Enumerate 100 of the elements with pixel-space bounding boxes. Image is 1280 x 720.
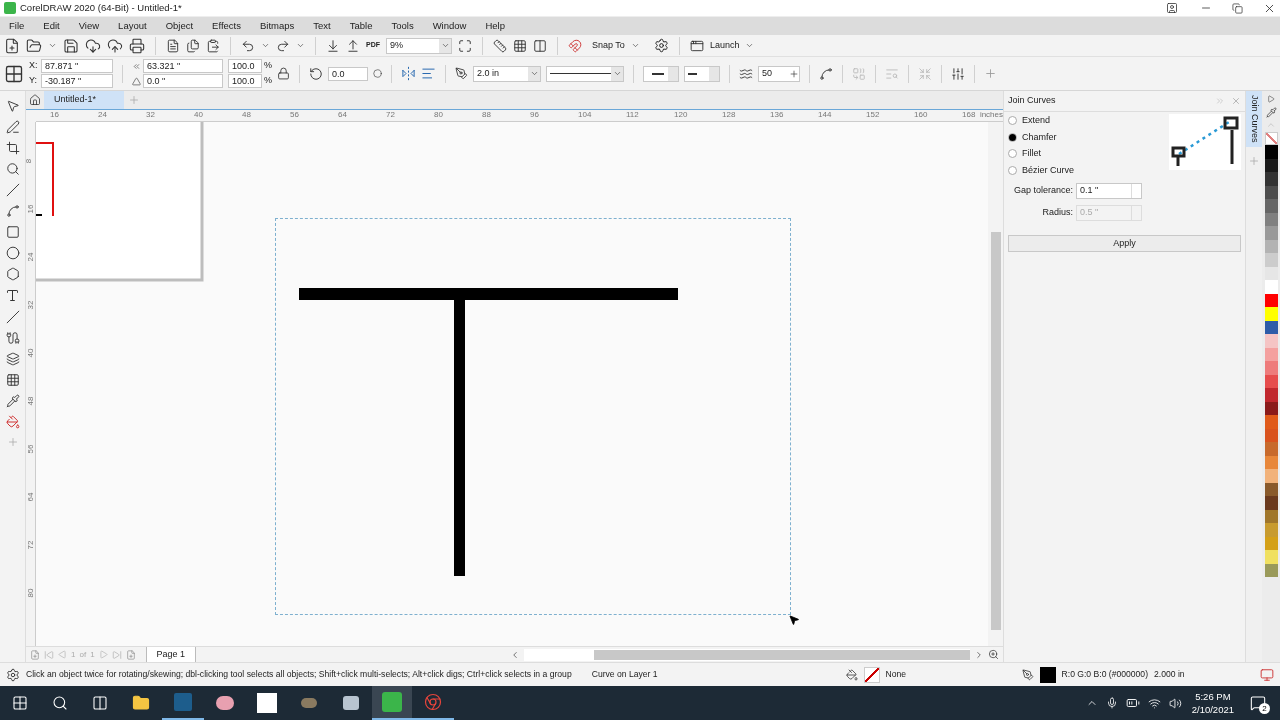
zoom-icon[interactable]	[988, 649, 999, 660]
color-swatch[interactable]	[1264, 469, 1278, 483]
lock-icon[interactable]	[277, 67, 290, 80]
menu-item[interactable]: Table	[344, 18, 378, 34]
cloud-upload-icon[interactable]	[107, 37, 123, 54]
x-position-field[interactable]: 87.871 "	[41, 59, 113, 73]
menu-item[interactable]: File	[4, 18, 30, 34]
t-shape[interactable]	[299, 288, 679, 577]
folder-icon[interactable]	[132, 694, 150, 712]
menu-item[interactable]: Help	[480, 18, 510, 34]
apply-button[interactable]: Apply	[1008, 235, 1241, 252]
radio-button[interactable]	[1008, 132, 1017, 142]
caret-icon[interactable]	[630, 41, 640, 50]
guidelines-icon[interactable]	[533, 38, 547, 53]
mirror-icon[interactable]	[401, 66, 416, 81]
end-arrowhead-dropdown[interactable]	[684, 65, 720, 82]
full-screen-icon[interactable]	[458, 38, 472, 53]
color-proof-icon[interactable]	[1260, 667, 1274, 682]
browser-icon[interactable]	[424, 693, 442, 711]
color-swatch[interactable]	[1264, 550, 1278, 564]
microphone-icon[interactable]	[1105, 697, 1118, 709]
zoom-field[interactable]: 9%	[386, 37, 452, 54]
color-swatch[interactable]	[1264, 442, 1278, 456]
shadow-tool-icon[interactable]	[5, 352, 20, 366]
caret-icon[interactable]	[261, 41, 270, 50]
color-swatch[interactable]	[1264, 388, 1278, 402]
copy-icon[interactable]	[186, 38, 200, 53]
outline-width-dropdown[interactable]: 2.0 in	[473, 65, 541, 82]
fill-icon[interactable]	[845, 668, 858, 681]
connector-tool-icon[interactable]	[5, 331, 20, 345]
color-swatch[interactable]	[1264, 307, 1278, 321]
color-swatch[interactable]	[1264, 280, 1278, 294]
folder-icon[interactable]	[26, 37, 42, 54]
dimension-tool-icon[interactable]	[5, 310, 20, 324]
freehand-tool-icon[interactable]	[5, 183, 20, 197]
document-icon[interactable]	[166, 38, 180, 53]
pick-tool-icon[interactable]	[5, 99, 20, 113]
search-icon[interactable]	[52, 695, 68, 711]
eyedropper-tool-icon[interactable]	[5, 394, 20, 408]
color-swatch[interactable]	[1264, 415, 1278, 429]
menu-item[interactable]: Layout	[113, 18, 152, 34]
caret-icon[interactable]	[296, 41, 305, 50]
caret-icon[interactable]	[440, 41, 450, 50]
menu-item[interactable]: Object	[160, 18, 199, 34]
zoom-tool-icon[interactable]	[5, 162, 20, 176]
docker-tab[interactable]: Join Curves	[1246, 91, 1262, 147]
scale-x-field[interactable]: 100.0	[228, 59, 262, 73]
pen-icon[interactable]	[1021, 668, 1034, 681]
paste-icon[interactable]	[206, 38, 220, 53]
smoothing-icon[interactable]	[739, 66, 753, 81]
y-position-field[interactable]: -30.187 "	[41, 74, 113, 88]
page-tab[interactable]: Page 1	[145, 647, 197, 662]
auto-close-icon[interactable]	[819, 66, 833, 81]
account-icon[interactable]	[1166, 2, 1178, 14]
color-swatch[interactable]	[1264, 253, 1278, 267]
task-view-icon[interactable]	[92, 695, 108, 711]
color-swatch[interactable]	[1264, 172, 1278, 186]
restore-button[interactable]	[1232, 2, 1243, 14]
eyedropper-icon[interactable]	[1265, 107, 1277, 118]
menu-item[interactable]: Effects	[207, 18, 246, 34]
no-color-swatch[interactable]	[1264, 132, 1278, 145]
transparency-tool-icon[interactable]	[5, 373, 20, 387]
fill-tool-icon[interactable]	[5, 415, 20, 429]
snap-to-dropdown[interactable]: Snap To	[592, 38, 625, 53]
export-icon[interactable]	[346, 38, 360, 53]
caret-icon[interactable]	[745, 41, 755, 50]
battery-icon[interactable]	[1125, 696, 1140, 710]
ruler-icon[interactable]	[493, 38, 507, 53]
scroll-right-icon[interactable]	[974, 649, 984, 660]
align-icon[interactable]	[421, 66, 436, 81]
app-icon[interactable]	[301, 698, 317, 708]
caret-icon[interactable]	[48, 41, 57, 50]
rotation-field[interactable]: 0.0	[328, 66, 368, 81]
settings-icon[interactable]	[6, 667, 20, 682]
text-tool-icon[interactable]	[5, 288, 20, 303]
polygon-tool-icon[interactable]	[5, 267, 20, 281]
color-swatch[interactable]	[1264, 496, 1278, 510]
rotate-icon[interactable]	[309, 66, 323, 81]
radio-button[interactable]	[1008, 149, 1017, 159]
color-swatch[interactable]	[1264, 334, 1278, 348]
color-swatch[interactable]	[1264, 523, 1278, 537]
palette-scroll-icon[interactable]	[1267, 95, 1275, 103]
pen-icon[interactable]	[455, 67, 468, 80]
shape-tool-icon[interactable]	[5, 120, 20, 134]
print-icon[interactable]	[129, 37, 145, 54]
redo-icon[interactable]	[276, 38, 290, 53]
menu-item[interactable]: Text	[308, 18, 336, 34]
cloud-download-icon[interactable]	[85, 37, 101, 54]
grid-icon[interactable]	[513, 38, 527, 53]
curve-tool-icon[interactable]	[5, 204, 20, 218]
width-field[interactable]: 63.321 "	[143, 59, 223, 73]
spin-field[interactable]: 0.1 "	[1076, 183, 1142, 199]
home-icon[interactable]	[29, 94, 41, 106]
undo-icon[interactable]	[241, 38, 255, 53]
ellipse-tool-icon[interactable]	[5, 246, 20, 260]
start-arrowhead-dropdown[interactable]	[643, 65, 679, 82]
save-icon[interactable]	[63, 37, 79, 54]
app-icon[interactable]	[216, 696, 234, 710]
color-swatch[interactable]	[1264, 199, 1278, 213]
volume-icon[interactable]	[1168, 696, 1182, 710]
